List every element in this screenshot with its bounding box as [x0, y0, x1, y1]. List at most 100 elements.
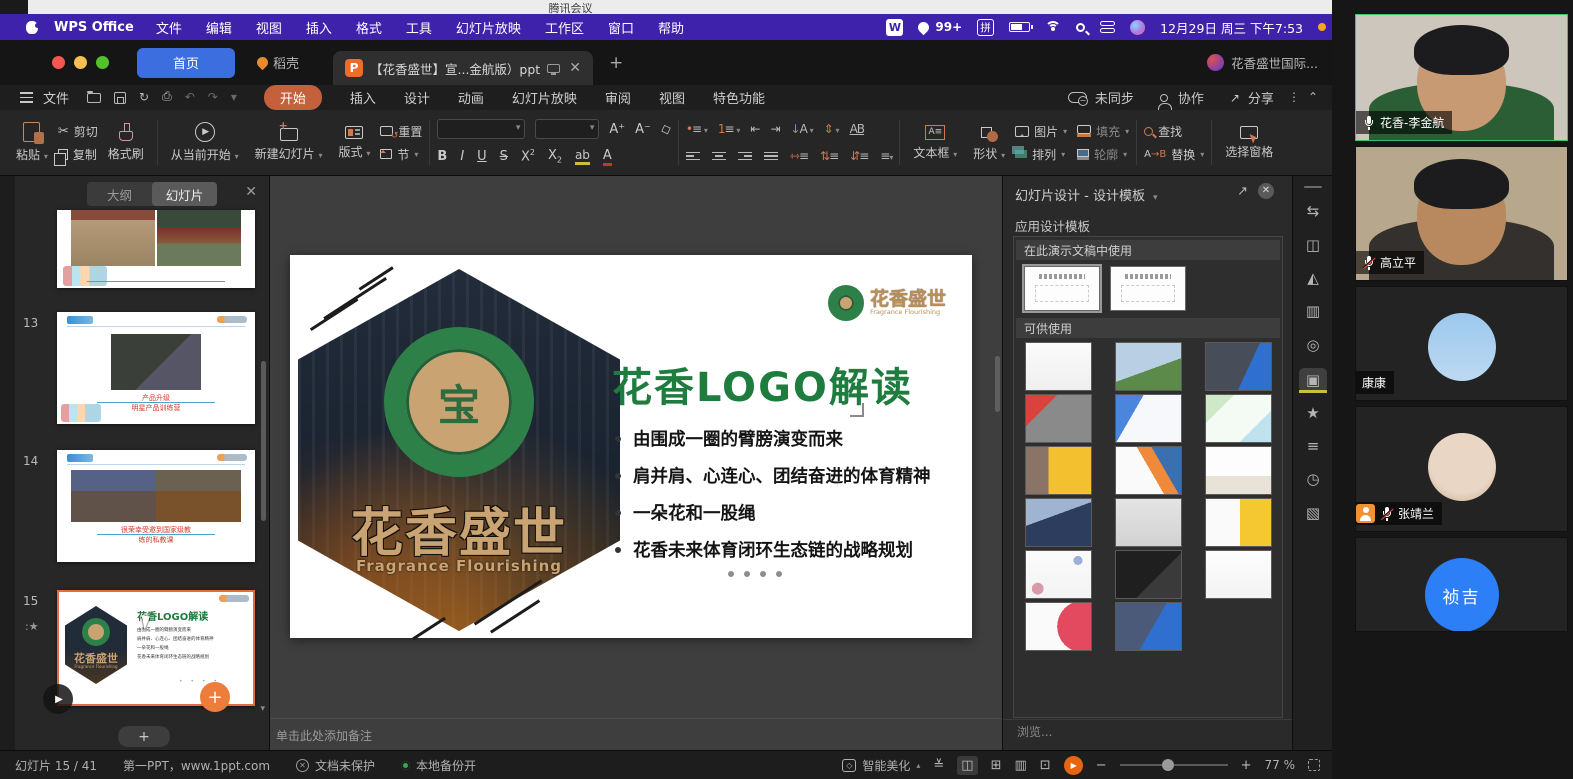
- layout-button[interactable]: 版式 ▾: [333, 124, 377, 162]
- increase-font-button[interactable]: A⁺: [609, 122, 625, 137]
- design-panel-title[interactable]: 幻灯片设计 - 设计模板▾: [1015, 185, 1158, 204]
- zoom-out-icon[interactable]: −: [1096, 758, 1107, 773]
- bullet-item[interactable]: 肩并肩、心连心、团结奋进的体育精神: [615, 457, 931, 494]
- tab-docer[interactable]: 稻壳: [241, 48, 315, 78]
- align-right-button[interactable]: [738, 152, 752, 161]
- ribbon-tab[interactable]: 视图: [659, 88, 685, 107]
- distribute-button[interactable]: ⇿≡: [790, 149, 808, 163]
- template-thumbnail[interactable]: [1115, 394, 1182, 443]
- tab-slides[interactable]: 幻灯片: [152, 182, 217, 206]
- window-controls[interactable]: [52, 56, 109, 69]
- align-left-button[interactable]: [686, 152, 700, 161]
- find-button[interactable]: 查找: [1144, 123, 1204, 140]
- ribbon-tab[interactable]: 动画: [458, 88, 484, 107]
- arrange-button[interactable]: 排列 ▾: [1015, 146, 1067, 163]
- template-thumbnail[interactable]: [1025, 446, 1092, 495]
- zoom-in-icon[interactable]: +: [1241, 758, 1252, 773]
- menubar-app-name[interactable]: WPS Office: [54, 20, 134, 35]
- template-thumbnail[interactable]: [1115, 446, 1182, 495]
- participant-tile[interactable]: 祯吉 祯吉: [1355, 537, 1568, 632]
- participant-tile[interactable]: 康康: [1355, 286, 1568, 401]
- canvas-scrollbar[interactable]: [995, 356, 1000, 412]
- wifi-icon[interactable]: [1045, 21, 1061, 33]
- template-thumbnail[interactable]: [1025, 394, 1092, 443]
- siri-icon[interactable]: [1130, 20, 1145, 35]
- protection-status[interactable]: ✕ 文档未保护: [296, 757, 375, 774]
- paste-button[interactable]: 粘贴 ▾: [10, 120, 54, 165]
- add-slide-button[interactable]: +: [118, 726, 170, 747]
- bullet-item[interactable]: 一朵花和一股绳: [615, 494, 931, 531]
- template-thumbnail[interactable]: [1025, 602, 1092, 651]
- sync-status-icon[interactable]: [1068, 92, 1087, 103]
- paragraph-more-button[interactable]: ≡▾: [880, 149, 892, 163]
- justify-button[interactable]: [764, 152, 778, 161]
- input-method-icon[interactable]: 拼: [977, 19, 994, 36]
- badge-tool-icon[interactable]: ◎: [1293, 336, 1333, 354]
- beautify-button[interactable]: ◇ 智能美化 ▴: [842, 757, 920, 774]
- account-chip[interactable]: 花香盛世国际...: [1207, 53, 1318, 72]
- image-tool-icon[interactable]: ◭: [1293, 269, 1333, 287]
- line-spacing-button[interactable]: ⇕ ▾: [824, 122, 839, 136]
- template-thumbnail[interactable]: [1115, 602, 1182, 651]
- redo-icon[interactable]: ↷: [208, 90, 218, 104]
- presentation-mode-icon[interactable]: [547, 64, 560, 73]
- ribbon-tab[interactable]: 特色功能: [713, 88, 765, 107]
- slide-title[interactable]: 花香LOGO解读: [612, 355, 913, 413]
- cut-button[interactable]: ✂剪切: [58, 123, 98, 140]
- zoom-slider-knob[interactable]: [1162, 759, 1174, 771]
- ribbon-tab[interactable]: 插入: [350, 88, 376, 107]
- menubar-datetime[interactable]: 12月29日 周三 下午7:53: [1160, 18, 1303, 37]
- sidebar-close-icon[interactable]: ✕: [245, 184, 257, 200]
- increase-indent-button[interactable]: ⇥: [770, 122, 779, 136]
- share-label[interactable]: 分享: [1248, 88, 1274, 107]
- used-template-selected[interactable]: [1024, 266, 1100, 311]
- slide-thumbnail-13[interactable]: 产品升级 明星产品训练营: [57, 312, 255, 424]
- menubar-item[interactable]: 格式: [356, 18, 382, 37]
- menubar-item[interactable]: 帮助: [658, 18, 684, 37]
- control-center-icon[interactable]: [1100, 21, 1115, 33]
- collapse-ribbon-icon[interactable]: ⌃: [1308, 90, 1318, 104]
- slide-play-overlay-button[interactable]: ▶: [43, 684, 73, 714]
- bullet-item[interactable]: 花香未来体育闭环生态链的战略规划: [615, 531, 931, 568]
- tab-home[interactable]: 首页: [137, 48, 235, 78]
- align-center-button[interactable]: [712, 152, 726, 161]
- format-painter-button[interactable]: 格式刷: [102, 121, 150, 164]
- settings-tool-icon[interactable]: ≡: [1293, 437, 1333, 455]
- sidebar-scrollbar[interactable]: [261, 361, 266, 521]
- panel-close-icon[interactable]: ✕: [1258, 183, 1274, 199]
- template-thumbnail[interactable]: [1025, 498, 1092, 547]
- subscript-button[interactable]: X2: [548, 148, 562, 165]
- column-spacing-button[interactable]: ⇅≡: [820, 149, 838, 163]
- spotlight-icon[interactable]: [1076, 23, 1085, 32]
- normal-view-icon[interactable]: ◫: [957, 756, 977, 775]
- notes-toggle-icon[interactable]: ≚: [933, 758, 944, 773]
- slide-add-overlay-button[interactable]: +: [200, 682, 230, 712]
- font-color-button[interactable]: A: [603, 148, 612, 165]
- template-thumbnail[interactable]: [1205, 342, 1272, 391]
- selection-pane-button[interactable]: 选择窗格: [1219, 124, 1279, 162]
- more-options-icon[interactable]: ⋮: [1288, 90, 1300, 104]
- switch-windows-icon[interactable]: ⇆: [1293, 202, 1333, 220]
- notification-pin-icon[interactable]: [916, 19, 932, 35]
- close-tab-icon[interactable]: ✕: [569, 60, 581, 76]
- open-icon[interactable]: [87, 93, 101, 103]
- template-thumbnail[interactable]: [1115, 342, 1182, 391]
- share-icon[interactable]: ↗: [1230, 91, 1240, 105]
- used-template[interactable]: [1110, 266, 1186, 311]
- zoom-level[interactable]: 77 %: [1265, 758, 1296, 772]
- ribbon-tab[interactable]: 开始: [264, 85, 322, 110]
- outline-button[interactable]: 轮廓 ▾: [1077, 146, 1129, 163]
- tab-document[interactable]: P 【花香盛世】宣...金航版）ppt ✕: [333, 51, 593, 85]
- menubar-item[interactable]: 工作区: [545, 18, 584, 37]
- new-tab-button[interactable]: +: [609, 53, 623, 73]
- browse-link[interactable]: 浏览...: [1017, 723, 1052, 740]
- template-thumbnail[interactable]: [1025, 550, 1092, 599]
- text-direction-button[interactable]: ↓A ▾: [791, 122, 813, 136]
- undo-icon[interactable]: ↶: [185, 90, 195, 104]
- menubar-item[interactable]: 视图: [256, 18, 282, 37]
- word-status-icon[interactable]: W: [886, 19, 903, 36]
- bullet-item[interactable]: 由围成一圈的臂膀演变而来: [615, 420, 931, 457]
- picture-button[interactable]: 图片 ▾: [1015, 123, 1067, 140]
- font-name-select[interactable]: [437, 119, 525, 139]
- maximize-window-button[interactable]: [96, 56, 109, 69]
